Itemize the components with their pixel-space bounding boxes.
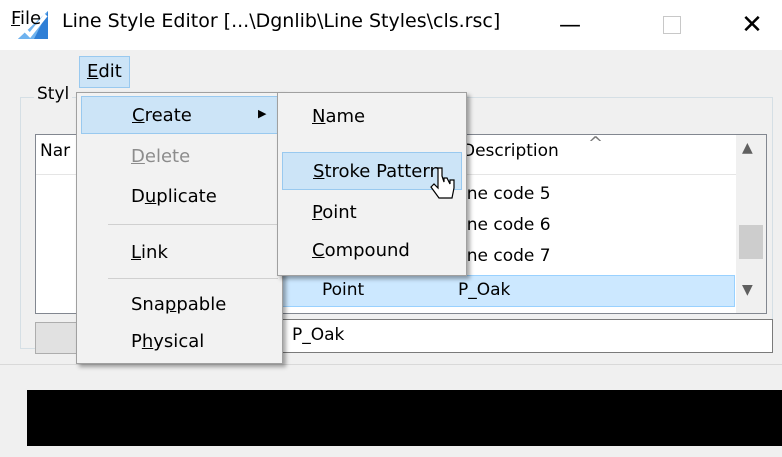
close-button[interactable]: ✕: [722, 0, 782, 50]
menu-item-physical[interactable]: Physical: [81, 323, 279, 361]
menu-file[interactable]: File: [6, 6, 46, 34]
menu-item-create[interactable]: Create: [81, 96, 279, 134]
line-style-preview: [27, 390, 782, 446]
column-header-name[interactable]: Nar: [40, 141, 70, 161]
column-header-description[interactable]: Description: [462, 141, 559, 161]
submenu-item-compound[interactable]: Compound: [282, 232, 462, 270]
name-input-value: P_Oak: [292, 325, 345, 345]
menu-edit[interactable]: Edit: [79, 56, 130, 88]
maximize-button[interactable]: [642, 0, 702, 50]
window-title: Line Style Editor [...\Dgnlib\Line Style…: [62, 10, 501, 32]
submenu-arrow-icon: ▶: [258, 107, 267, 120]
menu-item-delete[interactable]: Delete: [81, 138, 279, 176]
close-icon: ✕: [741, 10, 763, 40]
divider: [0, 364, 782, 365]
minimize-icon: —: [559, 12, 581, 38]
menu-item-snappable[interactable]: Snappable: [81, 286, 279, 324]
list-row-description: P_Oak: [458, 280, 511, 300]
sort-ascending-icon: ^: [588, 133, 604, 154]
scrollbar-thumb[interactable]: [739, 225, 763, 259]
menu-item-duplicate[interactable]: Duplicate: [81, 178, 279, 216]
scroll-up-icon[interactable]: ▲: [742, 140, 753, 156]
maximize-icon: [663, 16, 681, 34]
mouse-cursor-icon: [430, 167, 455, 199]
menu-separator: [108, 224, 278, 225]
menu-item-link[interactable]: Link: [81, 234, 279, 272]
submenu-item-name[interactable]: Name: [282, 98, 462, 136]
minimize-button[interactable]: —: [540, 0, 600, 50]
list-row-description[interactable]: ine code 6: [462, 215, 551, 235]
list-row-type: Point: [322, 280, 365, 300]
list-row-description[interactable]: ine code 5: [462, 184, 551, 204]
menu-separator: [108, 278, 278, 279]
list-row-description[interactable]: ine code 7: [462, 246, 551, 266]
scroll-down-icon[interactable]: ▼: [742, 282, 753, 298]
styles-group-label: Styl: [34, 84, 73, 104]
